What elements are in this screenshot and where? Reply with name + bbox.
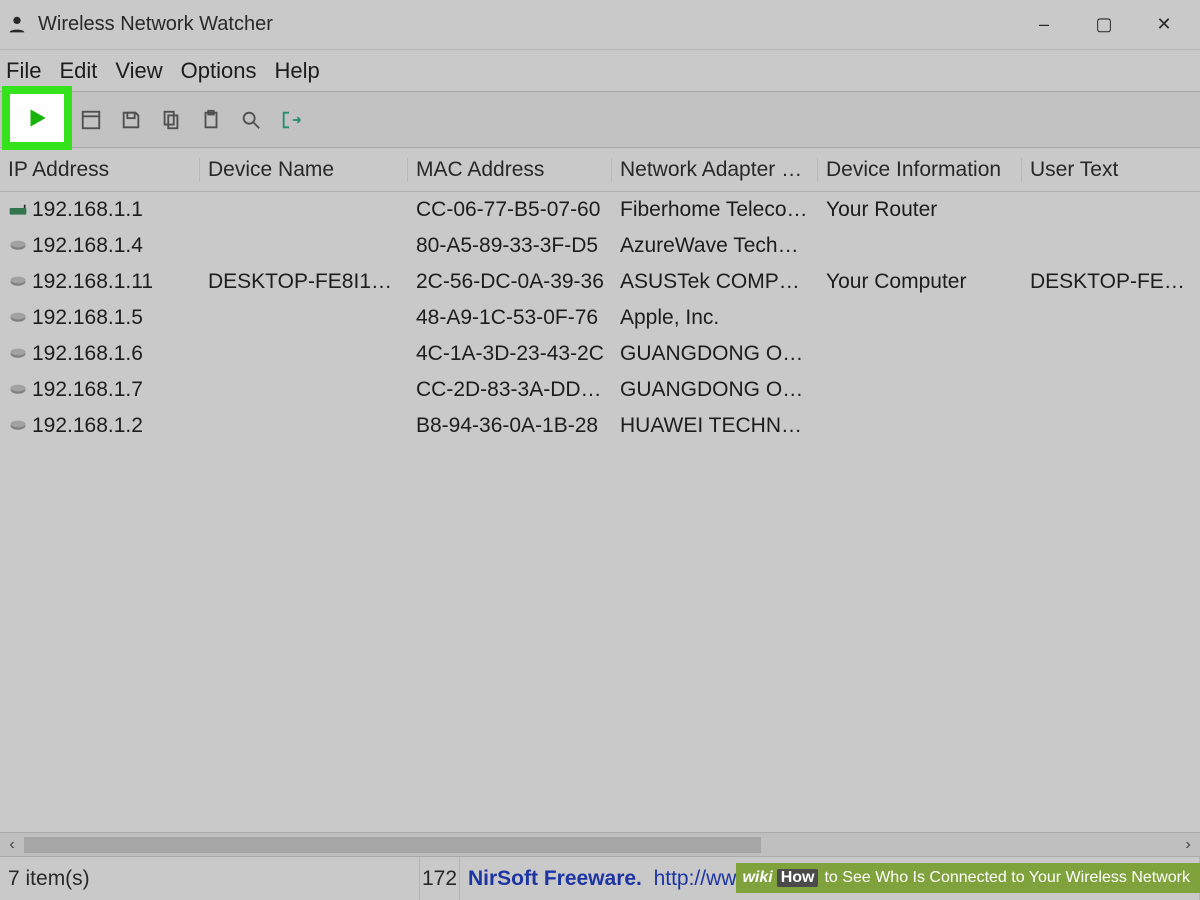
cell-user: DESKTOP-FE8I1TG [1022, 270, 1200, 294]
table-row[interactable]: 192.168.1.5 48-A9-1C-53-0F-76Apple, Inc. [0, 300, 1200, 336]
cell-company: HUAWEI TECHNOLOGIE... [612, 414, 818, 438]
menu-view[interactable]: View [115, 58, 162, 84]
status-brand: NirSoft Freeware. [468, 867, 642, 891]
cell-ip: 192.168.1.11 [32, 270, 153, 294]
horizontal-scrollbar[interactable]: ‹ › [0, 832, 1200, 856]
play-icon [24, 105, 50, 131]
device-list: IP Address Device Name MAC Address Netwo… [0, 148, 1200, 832]
caption-how: How [777, 869, 819, 887]
cell-company: ASUSTek COMPUTER INC. [612, 270, 818, 294]
find-button[interactable] [236, 105, 266, 135]
scroll-thumb[interactable] [24, 837, 761, 853]
scroll-right-arrow[interactable]: › [1176, 833, 1200, 857]
caption-text: to See Who Is Connected to Your Wireless… [824, 869, 1190, 887]
cell-mac: B8-94-36-0A-1B-28 [408, 414, 612, 438]
toolbar [0, 92, 1200, 148]
app-icon [6, 14, 28, 36]
device-icon [8, 382, 28, 398]
col-info[interactable]: Device Information [818, 158, 1022, 182]
close-button[interactable]: ✕ [1134, 0, 1194, 50]
col-name[interactable]: Device Name [200, 158, 408, 182]
cell-name: DESKTOP-FE8I1TG [200, 270, 408, 294]
clipboard-button[interactable] [196, 105, 226, 135]
cell-mac: 48-A9-1C-53-0F-76 [408, 306, 612, 330]
cell-company: AzureWave Technology ... [612, 234, 818, 258]
col-ip[interactable]: IP Address [0, 158, 200, 182]
exit-button[interactable] [276, 105, 306, 135]
device-icon [8, 274, 28, 290]
col-company[interactable]: Network Adapter Comp... [612, 158, 818, 182]
menu-options[interactable]: Options [181, 58, 257, 84]
menu-edit[interactable]: Edit [59, 58, 97, 84]
cell-mac: 4C-1A-3D-23-43-2C [408, 342, 612, 366]
status-number: 172 [420, 857, 460, 900]
scroll-track[interactable] [24, 835, 1176, 855]
menu-file[interactable]: File [6, 58, 41, 84]
table-row[interactable]: 192.168.1.2 B8-94-36-0A-1B-28HUAWEI TECHN… [0, 408, 1200, 444]
copy-button[interactable] [156, 105, 186, 135]
maximize-button[interactable]: ▢ [1074, 0, 1134, 50]
save-button[interactable] [116, 105, 146, 135]
cell-ip: 192.168.1.6 [32, 342, 143, 366]
cell-ip: 192.168.1.1 [32, 198, 143, 222]
cell-company: Apple, Inc. [612, 306, 818, 330]
menu-help[interactable]: Help [275, 58, 320, 84]
properties-icon [80, 109, 102, 131]
properties-button[interactable] [76, 105, 106, 135]
save-icon [120, 109, 142, 131]
device-icon [8, 346, 28, 362]
cell-mac: 2C-56-DC-0A-39-36 [408, 270, 612, 294]
cell-ip: 192.168.1.2 [32, 414, 143, 438]
minimize-button[interactable]: – [1014, 0, 1074, 50]
status-item-count: 7 item(s) [0, 857, 420, 900]
start-scan-button[interactable] [10, 94, 64, 142]
menubar: File Edit View Options Help [0, 50, 1200, 92]
router-icon [8, 202, 28, 218]
cell-info: Your Computer [818, 270, 1022, 294]
cell-mac: CC-2D-83-3A-DD-C7 [408, 378, 612, 402]
col-mac[interactable]: MAC Address [408, 158, 612, 182]
cell-ip: 192.168.1.4 [32, 234, 143, 258]
table-row[interactable]: 192.168.1.11DESKTOP-FE8I1TG2C-56-DC-0A-3… [0, 264, 1200, 300]
cell-company: GUANGDONG OPPO M... [612, 342, 818, 366]
window-title: Wireless Network Watcher [38, 13, 273, 36]
table-row[interactable]: 192.168.1.6 4C-1A-3D-23-43-2CGUANGDONG OP… [0, 336, 1200, 372]
scroll-left-arrow[interactable]: ‹ [0, 833, 24, 857]
device-icon [8, 238, 28, 254]
column-headers: IP Address Device Name MAC Address Netwo… [0, 148, 1200, 192]
table-row[interactable]: 192.168.1.1 CC-06-77-B5-07-60Fiberhome Te… [0, 192, 1200, 228]
cell-ip: 192.168.1.5 [32, 306, 143, 330]
clipboard-icon [200, 109, 222, 131]
cell-mac: CC-06-77-B5-07-60 [408, 198, 612, 222]
device-icon [8, 418, 28, 434]
device-icon [8, 310, 28, 326]
cell-company: Fiberhome Telecommu... [612, 198, 818, 222]
cell-ip: 192.168.1.7 [32, 378, 143, 402]
wikihow-caption: wiki How to See Who Is Connected to Your… [736, 863, 1200, 893]
cell-company: GUANGDONG OPPO M... [612, 378, 818, 402]
titlebar: Wireless Network Watcher – ▢ ✕ [0, 0, 1200, 50]
table-row[interactable]: 192.168.1.4 80-A5-89-33-3F-D5AzureWave Te… [0, 228, 1200, 264]
find-icon [240, 109, 262, 131]
cell-mac: 80-A5-89-33-3F-D5 [408, 234, 612, 258]
col-user[interactable]: User Text [1022, 158, 1200, 182]
cell-info: Your Router [818, 198, 1022, 222]
exit-icon [280, 109, 302, 131]
table-row[interactable]: 192.168.1.7 CC-2D-83-3A-DD-C7GUANGDONG OP… [0, 372, 1200, 408]
caption-wiki: wiki [742, 869, 772, 887]
copy-icon [160, 109, 182, 131]
